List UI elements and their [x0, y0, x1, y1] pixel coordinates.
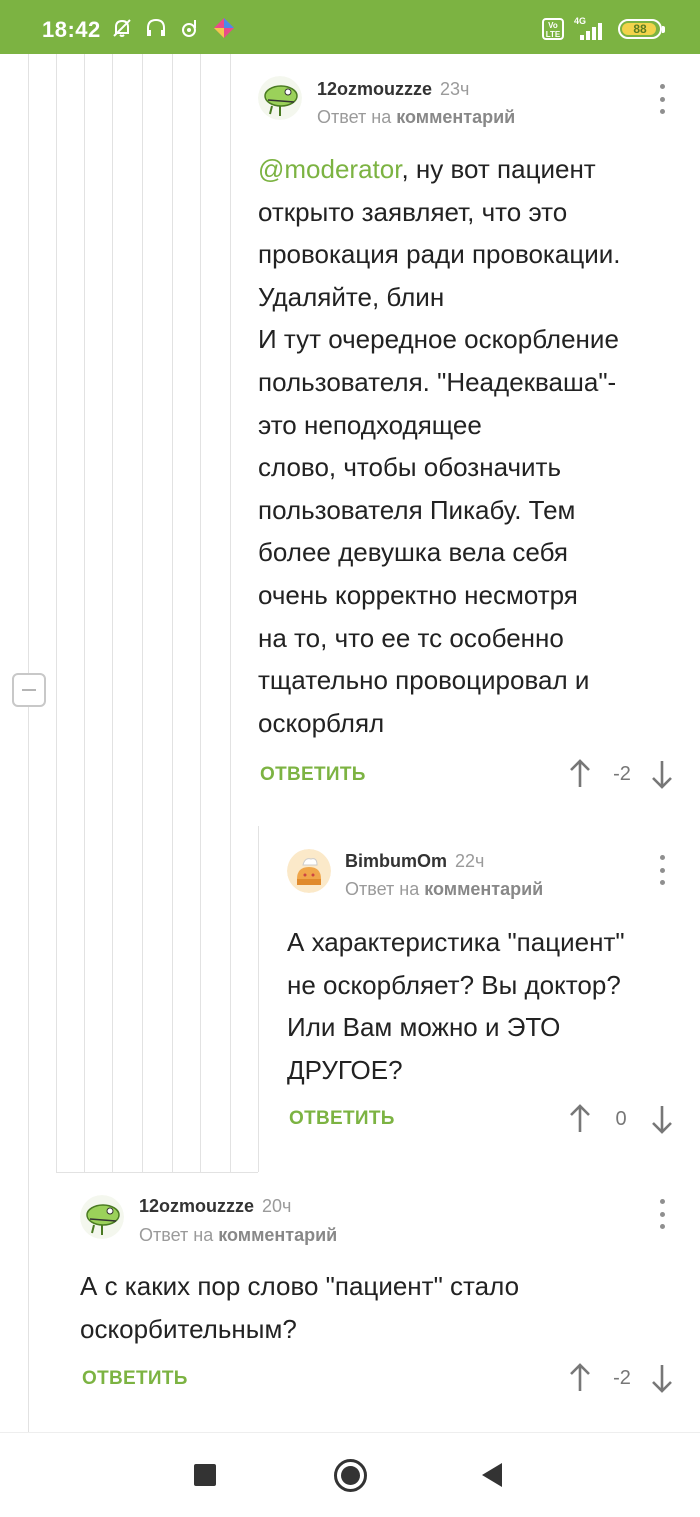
volte-icon: Vo LTE [542, 18, 564, 40]
signal-icon: 4G [574, 16, 608, 40]
reply-target-link[interactable]: комментарий [218, 1225, 337, 1245]
back-button[interactable] [482, 1463, 502, 1487]
music-note-icon [178, 16, 202, 40]
app-icon [212, 16, 236, 40]
avatar[interactable] [258, 76, 302, 120]
navigation-bar [0, 1432, 700, 1517]
upvote-icon[interactable] [568, 759, 592, 789]
avatar[interactable] [287, 849, 331, 893]
status-bar: 18:42 Vo LTE 4G 88 [0, 0, 700, 54]
score: -2 [613, 1367, 631, 1389]
more-options-icon[interactable] [657, 1199, 667, 1229]
reply-button[interactable]: ОТВЕТИТЬ [82, 1368, 188, 1390]
battery-icon: 88 [618, 19, 665, 39]
author-name[interactable]: 12ozmouzzze 23ч [317, 79, 469, 100]
comment-text: А характеристика "пациент" не оскорбляет… [287, 927, 625, 1085]
status-system-icons: Vo LTE 4G 88 [542, 16, 665, 40]
reply-info: Ответ на комментарий [317, 107, 516, 127]
comment-text: А с каких пор слово "пациент" стало оско… [80, 1271, 520, 1344]
headset-icon [144, 16, 168, 40]
battery-level: 88 [633, 22, 647, 36]
rating: -2 [568, 759, 676, 789]
recent-apps-button[interactable] [194, 1464, 216, 1486]
reply-info: Ответ на комментарий [139, 1225, 338, 1245]
author-name[interactable]: BimbumOm 22ч [345, 851, 484, 872]
author-name[interactable]: 12ozmouzzze 20ч [139, 1196, 291, 1217]
reply-button[interactable]: ОТВЕТИТЬ [260, 764, 366, 786]
comment-time: 23ч [440, 79, 470, 99]
mention-link[interactable]: @moderator [258, 154, 401, 184]
more-options-icon[interactable] [657, 855, 667, 885]
bell-off-icon [110, 16, 134, 40]
comment-text: @moderator, ну вот пациент открыто заявл… [258, 154, 621, 738]
collapse-thread-button[interactable] [12, 673, 46, 707]
avatar[interactable] [80, 1195, 124, 1239]
home-button[interactable] [334, 1459, 367, 1492]
reply-info: Ответ на комментарий [345, 879, 544, 899]
upvote-icon[interactable] [568, 1363, 592, 1393]
more-options-icon[interactable] [657, 84, 667, 114]
score: -2 [613, 763, 631, 785]
status-notification-icons [110, 16, 236, 40]
rating: -2 [568, 1363, 676, 1393]
status-time: 18:42 [42, 17, 101, 42]
downvote-icon[interactable] [650, 759, 674, 789]
upvote-icon[interactable] [568, 1104, 592, 1134]
downvote-icon[interactable] [650, 1104, 674, 1134]
reply-target-link[interactable]: комментарий [424, 879, 543, 899]
comment-time: 20ч [262, 1196, 292, 1216]
reply-target-link[interactable]: комментарий [396, 107, 515, 127]
downvote-icon[interactable] [650, 1363, 674, 1393]
comment-time: 22ч [455, 851, 485, 871]
reply-button[interactable]: ОТВЕТИТЬ [289, 1108, 395, 1130]
rating: 0 [568, 1104, 676, 1134]
score: 0 [615, 1108, 627, 1130]
